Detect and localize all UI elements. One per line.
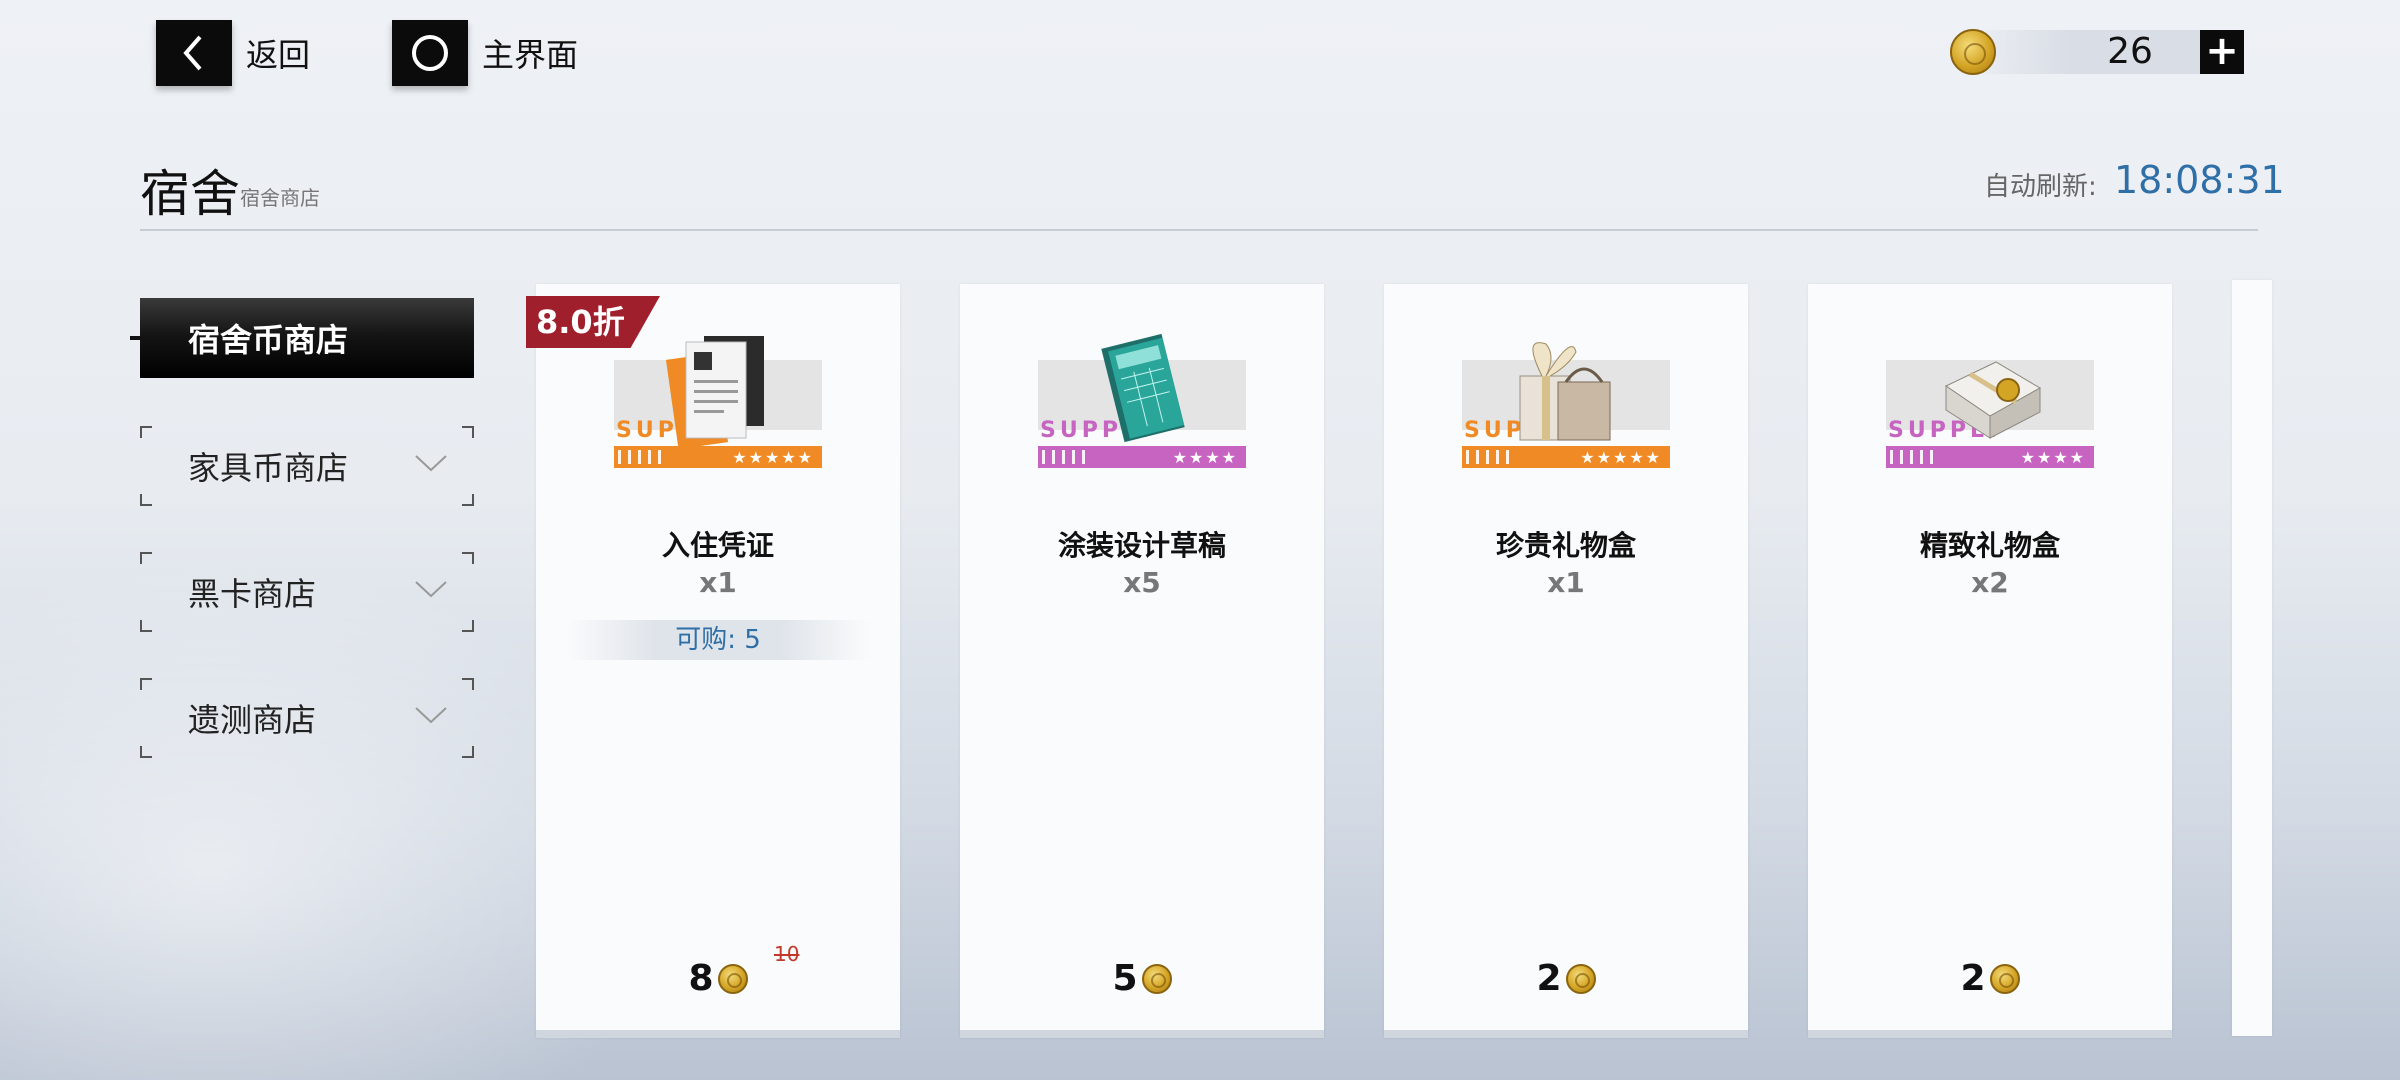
sidebar-item-label: 遗测商店 — [188, 701, 317, 739]
gold-coin-icon — [1989, 963, 2020, 994]
plus-icon: + — [2205, 28, 2239, 74]
home-label: 主界面 — [482, 36, 579, 74]
add-currency-button[interactable]: + — [2200, 30, 2244, 74]
gold-coin-icon — [1141, 963, 1172, 994]
item-name: 入住凭证 — [661, 529, 774, 562]
header-divider — [140, 229, 2258, 231]
back-label: 返回 — [246, 36, 311, 74]
document-icon — [665, 336, 764, 450]
purchase-limit: 可购: 5 — [566, 620, 870, 660]
item-name: 精致礼物盒 — [1919, 529, 2060, 562]
sidebar-item-black-card-shop[interactable]: 黑卡商店 — [140, 552, 474, 632]
gift-box-icon — [1945, 361, 2042, 439]
item-price: 2 — [1808, 958, 2172, 999]
home-circle-icon — [392, 20, 468, 86]
item-price: 8 — [536, 958, 900, 999]
back-arrow-icon — [156, 20, 232, 86]
sidebar-item-relic-shop[interactable]: 遗测商店 — [140, 678, 474, 758]
shop-item-card[interactable]: 8.0折 SUPPLY ★★★★★ 入住凭证 x1 可购: 5 10 8 — [526, 284, 900, 1038]
page-title: 宿舍 — [140, 165, 240, 223]
item-art: SUPPLY ★★★★★ — [614, 336, 822, 476]
price-value: 2 — [1536, 958, 1562, 999]
gold-coin-icon — [1950, 29, 1996, 75]
item-quantity: x2 — [1971, 566, 2009, 599]
gold-coin-icon — [1565, 963, 1596, 994]
item-price: 2 — [1384, 958, 1748, 999]
refresh-countdown: 18:08:31 — [2114, 158, 2285, 202]
chevron-down-icon — [415, 581, 447, 598]
item-name: 涂装设计草稿 — [1057, 529, 1226, 562]
sidebar-item-label: 宿舍币商店 — [188, 321, 349, 359]
price-value: 2 — [1960, 958, 1986, 999]
gold-coin-icon — [717, 963, 748, 994]
item-quantity: x1 — [1547, 566, 1585, 599]
sidebar-item-label: 黑卡商店 — [188, 575, 317, 613]
shop-item-card[interactable]: SUPPLY ★★★★ 精致礼物盒 x2 2 — [1808, 284, 2172, 1038]
item-name: 珍贵礼物盒 — [1495, 529, 1636, 562]
gift-box-icon — [1519, 342, 1611, 441]
item-art: SUPPLY ★★★★ — [1886, 336, 2094, 476]
sidebar-item-label: 家具币商店 — [188, 449, 349, 487]
price-value: 8 — [688, 958, 714, 999]
sidebar-item-dorm-coin-shop[interactable]: 宿舍币商店 — [130, 298, 474, 378]
currency-amount: 26 — [2107, 31, 2153, 72]
chevron-down-icon — [415, 455, 447, 472]
shop-item-card-partial[interactable] — [2232, 280, 2272, 1036]
item-quantity: x5 — [1123, 566, 1161, 599]
shop-item-card[interactable]: SUPPLY ★★★★★ 珍贵礼物盒 x1 2 — [1384, 284, 1748, 1038]
shop-item-card[interactable]: SUPPLY ★★★★ 涂装设计草稿 x5 5 — [960, 284, 1324, 1038]
price-value: 5 — [1112, 958, 1138, 999]
blueprint-book-icon — [1101, 333, 1185, 443]
chevron-down-icon — [415, 707, 447, 724]
item-art: SUPPLY ★★★★ — [1038, 333, 1246, 476]
item-price: 5 — [960, 958, 1324, 999]
item-quantity: x1 — [699, 566, 737, 599]
refresh-label: 自动刷新: — [1984, 172, 2097, 202]
page-subtitle: 宿舍商店 — [240, 186, 320, 210]
home-button[interactable]: 主界面 — [392, 20, 578, 86]
sidebar-item-furniture-coin-shop[interactable]: 家具币商店 — [140, 426, 474, 506]
back-button[interactable]: 返回 — [156, 20, 310, 86]
item-art: SUPPLY ★★★★★ — [1462, 336, 1670, 476]
